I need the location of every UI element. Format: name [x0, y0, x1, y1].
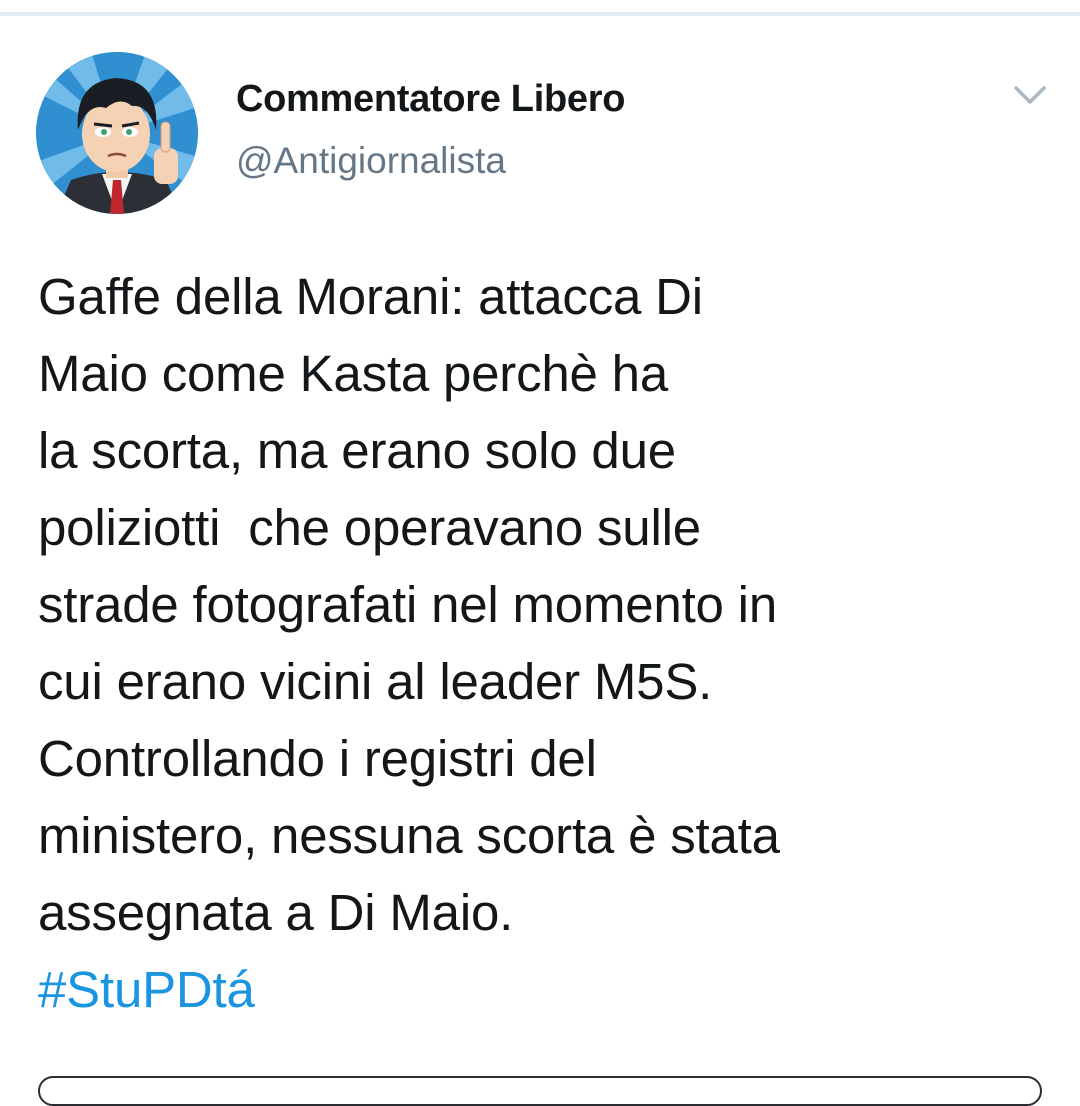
tweet-text: Gaffe della Morani: attacca Di Maio come…	[38, 258, 1058, 1028]
tweet-text-line: Maio come Kasta perchè ha	[38, 345, 669, 402]
avatar-image	[36, 52, 198, 214]
media-card-edge[interactable]	[38, 1076, 1042, 1106]
user-handle[interactable]: @Antigiornalista	[236, 140, 506, 182]
chevron-down-icon[interactable]	[1010, 80, 1050, 110]
tweet-text-line: assegnata a Di Maio.	[38, 884, 514, 941]
avatar[interactable]	[36, 52, 198, 214]
tweet-text-line: cui erano vicini al leader M5S.	[38, 653, 713, 710]
top-divider	[0, 0, 1080, 18]
tweet-text-line: Controllando i registri del	[38, 730, 597, 787]
tweet-text-line: la scorta, ma erano solo due	[38, 422, 676, 479]
tweet-text-line: Gaffe della Morani: attacca Di	[38, 268, 703, 325]
tweet-text-line: strade fotografati nel momento in	[38, 576, 777, 633]
tweet-text-line: ministero, nessuna scorta è stata	[38, 807, 780, 864]
display-name[interactable]: Commentatore Libero	[236, 78, 625, 121]
hashtag-link[interactable]: #StuPDtá	[38, 961, 255, 1018]
tweet-text-line: poliziotti che operavano sulle	[38, 499, 701, 556]
